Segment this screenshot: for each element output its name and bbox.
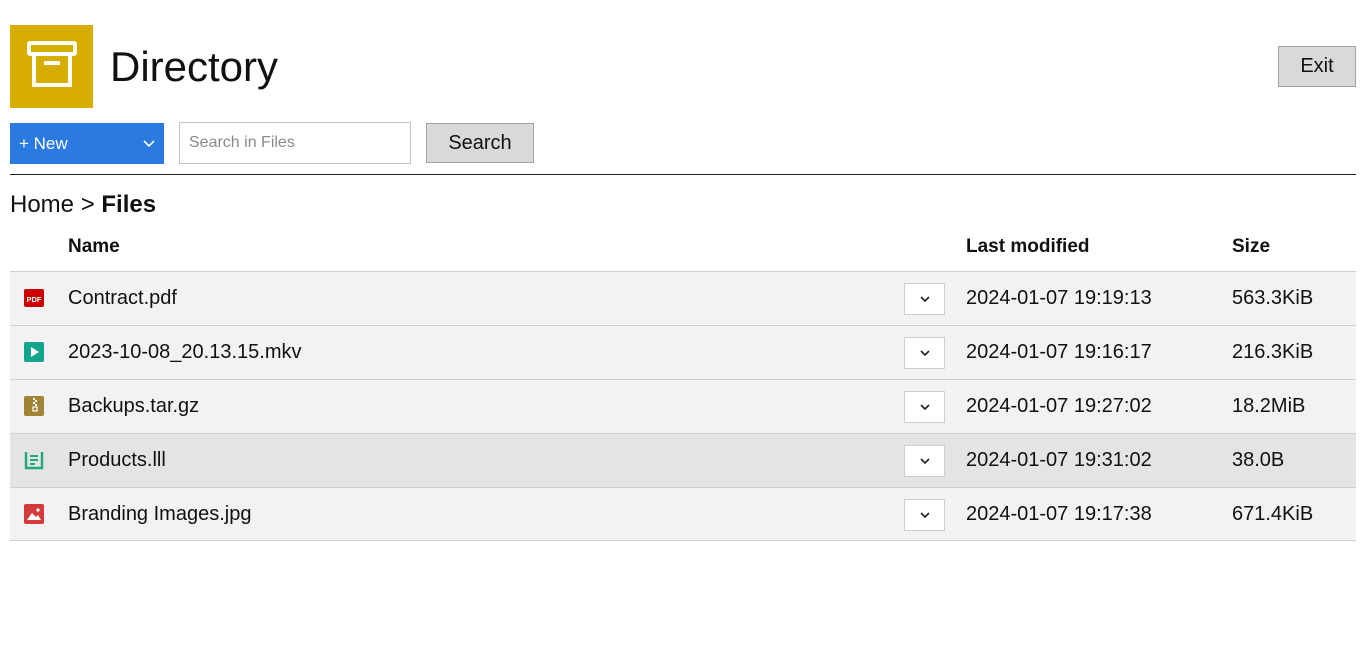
row-actions-dropdown[interactable]	[904, 337, 945, 369]
file-modified: 2024-01-07 19:19:13	[966, 287, 1152, 309]
column-header-modified[interactable]: Last modified	[966, 236, 1090, 258]
new-dropdown-button[interactable]: + New	[10, 123, 164, 164]
image-file-icon	[24, 504, 44, 524]
file-name[interactable]: 2023-10-08_20.13.15.mkv	[68, 341, 302, 364]
table-header: Name Last modified Size	[10, 230, 1356, 271]
breadcrumb-current: Files	[101, 191, 157, 218]
row-actions-dropdown[interactable]	[904, 499, 945, 531]
exit-button[interactable]: Exit	[1278, 46, 1356, 87]
file-name[interactable]: Backups.tar.gz	[68, 395, 199, 418]
document-file-icon	[24, 450, 44, 470]
file-modified: 2024-01-07 19:31:02	[966, 449, 1152, 471]
table-row[interactable]: Backups.tar.gz 2024-01-07 19:27:02 18.2M…	[10, 379, 1356, 433]
file-name[interactable]: Contract.pdf	[68, 287, 177, 310]
file-size: 216.3KiB	[1232, 341, 1314, 363]
row-actions-dropdown[interactable]	[904, 445, 945, 477]
table-row[interactable]: Products.lll 2024-01-07 19:31:02 38.0B	[10, 433, 1356, 487]
table-row[interactable]: Branding Images.jpg 2024-01-07 19:17:38 …	[10, 487, 1356, 541]
file-name[interactable]: Branding Images.jpg	[68, 503, 251, 526]
new-label: + New	[19, 133, 68, 153]
archive-box-icon	[26, 38, 78, 95]
video-file-icon	[24, 342, 44, 362]
file-size: 38.0B	[1232, 449, 1285, 471]
row-actions-dropdown[interactable]	[904, 391, 945, 423]
breadcrumb: Home > Files	[10, 190, 156, 220]
header-divider	[10, 174, 1356, 175]
column-header-size[interactable]: Size	[1232, 236, 1270, 258]
file-modified: 2024-01-07 19:27:02	[966, 395, 1152, 417]
chevron-down-icon	[919, 458, 930, 465]
breadcrumb-separator: >	[80, 191, 95, 218]
chevron-down-icon	[919, 350, 930, 357]
chevron-down-icon	[919, 512, 930, 519]
table-row[interactable]: 2023-10-08_20.13.15.mkv 2024-01-07 19:16…	[10, 325, 1356, 379]
file-size: 671.4KiB	[1232, 503, 1314, 525]
page-title: Directory	[110, 43, 279, 90]
pdf-file-icon: PDF	[24, 288, 44, 308]
file-name[interactable]: Products.lll	[68, 449, 166, 472]
table-row[interactable]: PDF Contract.pdf 2024-01-07 19:19:13 563…	[10, 271, 1356, 325]
file-list: PDF Contract.pdf 2024-01-07 19:19:13 563…	[10, 271, 1356, 541]
search-input[interactable]	[179, 122, 411, 164]
file-modified: 2024-01-07 19:17:38	[966, 503, 1152, 525]
svg-text:PDF: PDF	[27, 295, 42, 304]
archive-file-icon	[24, 396, 44, 416]
file-size: 18.2MiB	[1232, 395, 1306, 417]
file-size: 563.3KiB	[1232, 287, 1314, 309]
column-header-name[interactable]: Name	[68, 236, 120, 258]
chevron-down-icon	[919, 404, 930, 411]
row-actions-dropdown[interactable]	[904, 283, 945, 315]
app-logo	[10, 25, 93, 108]
breadcrumb-home[interactable]: Home	[10, 191, 74, 218]
search-button[interactable]: Search	[426, 123, 534, 163]
chevron-down-icon	[142, 135, 156, 155]
chevron-down-icon	[919, 296, 930, 303]
file-modified: 2024-01-07 19:16:17	[966, 341, 1152, 363]
